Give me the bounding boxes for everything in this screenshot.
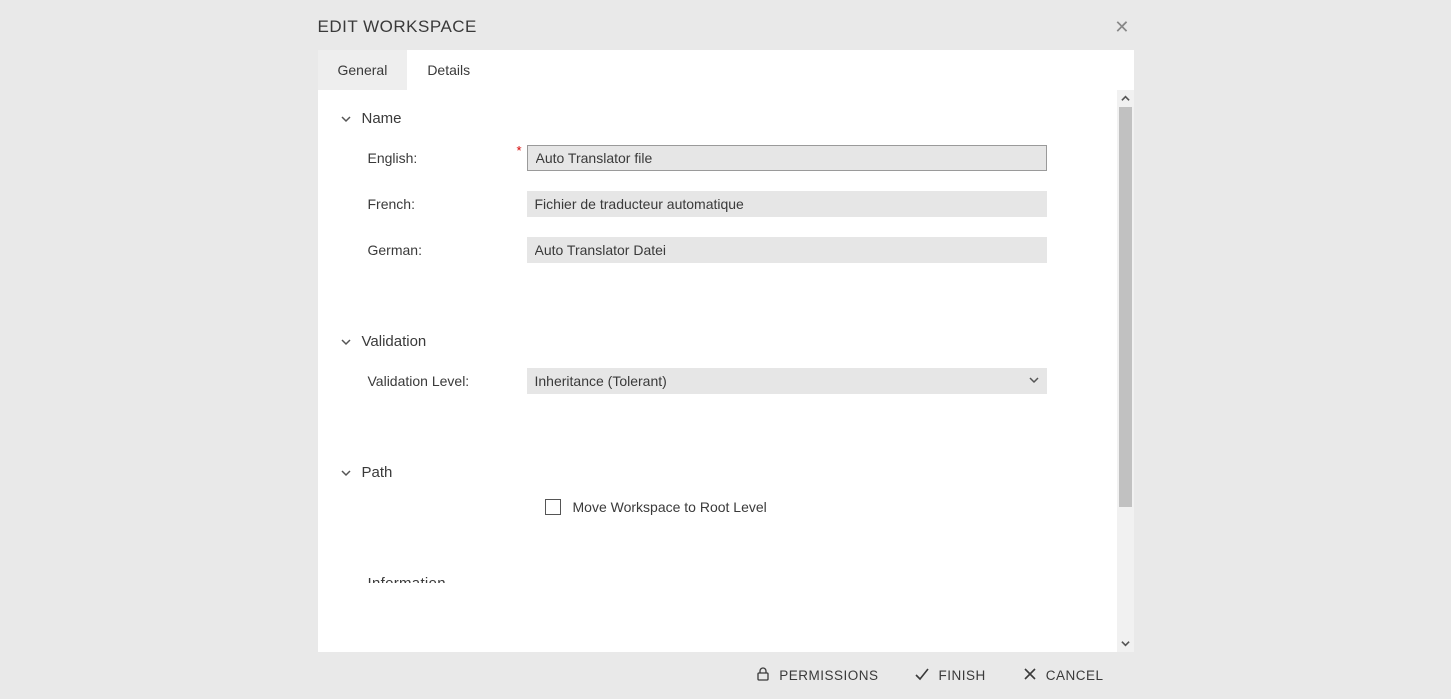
chevron-down-icon [340, 337, 352, 347]
label-validation-level: Validation Level: [368, 373, 527, 389]
section-title-path: Path [362, 464, 393, 481]
dialog-title: EDIT WORKSPACE [318, 17, 477, 37]
input-english[interactable] [527, 145, 1047, 171]
label-german: German: [368, 242, 527, 258]
required-indicator: * [517, 143, 522, 158]
vertical-scrollbar[interactable] [1117, 90, 1134, 652]
section-title-validation: Validation [362, 333, 427, 350]
scroll-thumb[interactable] [1119, 107, 1132, 507]
input-german[interactable] [527, 237, 1047, 263]
section-title-information-partial: Information [340, 575, 1047, 583]
scroll-track[interactable] [1117, 107, 1134, 635]
cancel-button-label: CANCEL [1046, 668, 1104, 683]
permissions-button-label: PERMISSIONS [779, 668, 878, 683]
dialog-content: Name English: * French: German: [318, 90, 1117, 652]
dialog-header: EDIT WORKSPACE ✕ [318, 0, 1134, 50]
chevron-down-icon [340, 468, 352, 478]
scroll-down-arrow-icon[interactable] [1117, 635, 1134, 652]
close-button[interactable]: ✕ [1110, 14, 1133, 40]
finish-button[interactable]: FINISH [914, 666, 985, 685]
chevron-down-icon [340, 114, 352, 124]
scroll-up-arrow-icon[interactable] [1117, 90, 1134, 107]
select-validation-level[interactable]: Inheritance (Tolerant) [527, 368, 1047, 394]
section-toggle-name[interactable]: Name [340, 110, 1047, 127]
check-icon [914, 666, 930, 685]
tab-general[interactable]: General [318, 50, 408, 90]
label-move-root: Move Workspace to Root Level [573, 499, 767, 515]
cancel-button[interactable]: CANCEL [1022, 666, 1104, 685]
x-icon [1022, 666, 1038, 685]
label-french: French: [368, 196, 527, 212]
tab-details[interactable]: Details [407, 50, 490, 90]
section-toggle-path[interactable]: Path [340, 464, 1047, 481]
input-french[interactable] [527, 191, 1047, 217]
lock-icon [755, 666, 771, 685]
finish-button-label: FINISH [938, 668, 985, 683]
label-english: English: [368, 150, 527, 166]
permissions-button[interactable]: PERMISSIONS [755, 666, 878, 685]
close-icon: ✕ [1114, 17, 1129, 37]
section-title-name: Name [362, 110, 402, 127]
chevron-down-icon [1029, 375, 1039, 388]
dialog-footer: PERMISSIONS FINISH CANCEL [318, 652, 1134, 699]
tab-bar: General Details [318, 50, 1134, 90]
checkbox-move-root[interactable] [545, 499, 561, 515]
edit-workspace-dialog: General Details Name English: * [318, 50, 1134, 652]
section-toggle-validation[interactable]: Validation [340, 333, 1047, 350]
select-validation-level-value: Inheritance (Tolerant) [535, 373, 667, 389]
